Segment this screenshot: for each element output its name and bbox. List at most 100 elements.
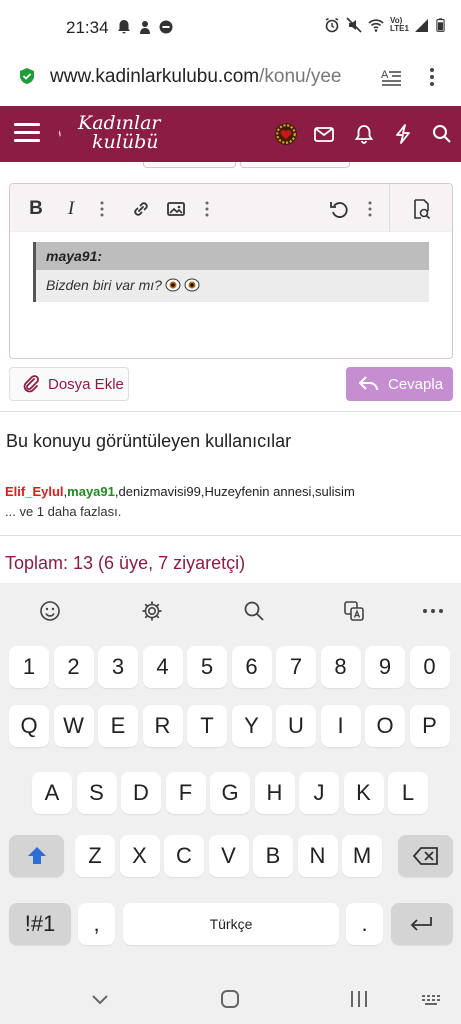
key-v[interactable]: V xyxy=(208,835,249,877)
key-8[interactable]: 8 xyxy=(320,646,361,688)
svg-text:A: A xyxy=(381,69,389,81)
key-t[interactable]: T xyxy=(187,705,227,747)
key-e[interactable]: E xyxy=(98,705,138,747)
url-text[interactable]: www.kadinlarkulubu.com/konu/yee xyxy=(50,66,368,88)
backspace-key[interactable] xyxy=(398,835,453,877)
key-j[interactable]: J xyxy=(299,772,339,814)
key-7[interactable]: 7 xyxy=(276,646,316,688)
key-f[interactable]: F xyxy=(165,772,206,814)
reply-button[interactable]: Cevapla xyxy=(346,367,453,401)
home-icon[interactable] xyxy=(220,989,240,1009)
emoji-icon[interactable] xyxy=(38,599,62,623)
eye-emoji-icon xyxy=(165,278,181,292)
key-x[interactable]: X xyxy=(119,835,160,877)
key-i[interactable]: I xyxy=(320,705,361,747)
key-y[interactable]: Y xyxy=(231,705,272,747)
key-c[interactable]: C xyxy=(164,835,204,877)
user-links-others[interactable]: denizmavisi99,Huzeyfenin annesi,sulisim xyxy=(119,484,355,499)
user-link[interactable]: maya91 xyxy=(67,484,115,499)
site-logo-text[interactable]: Kadınlar kulübü xyxy=(78,114,161,152)
key-b[interactable]: B xyxy=(253,835,293,877)
site-header: Kadınlar kulübü xyxy=(0,106,461,162)
site-logo-icon[interactable] xyxy=(58,116,78,152)
more-history-options-icon[interactable] xyxy=(359,198,381,220)
image-icon[interactable] xyxy=(165,198,187,220)
keyboard-switch-icon[interactable] xyxy=(421,989,441,1009)
messenger-icon xyxy=(159,20,173,34)
key-r[interactable]: R xyxy=(142,705,183,747)
key-1[interactable]: 1 xyxy=(9,646,49,688)
more-options-icon[interactable] xyxy=(421,599,445,623)
user-avatar-icon[interactable] xyxy=(274,122,298,146)
shift-key[interactable] xyxy=(9,835,64,877)
key-l[interactable]: L xyxy=(388,772,428,814)
back-chevron-icon[interactable] xyxy=(90,989,110,1009)
reply-editor[interactable]: B I maya91: Bizden biri var mı? xyxy=(9,183,453,359)
settings-gear-icon[interactable] xyxy=(140,599,164,623)
key-q[interactable]: Q xyxy=(9,705,49,747)
key-o[interactable]: O xyxy=(365,705,405,747)
quote-body: Bizden biri var mı? xyxy=(36,270,429,300)
alarm-icon xyxy=(325,17,339,33)
key-0[interactable]: 0 xyxy=(409,646,450,688)
tab-fragment-right xyxy=(240,162,350,168)
link-icon[interactable] xyxy=(130,198,152,220)
viewers-more-link[interactable]: ... ve 1 daha fazlası. xyxy=(5,504,121,519)
space-key[interactable]: Türkçe xyxy=(123,903,339,945)
notification-bell-icon[interactable] xyxy=(353,123,375,145)
more-options-icon[interactable] xyxy=(426,66,438,88)
enter-key[interactable] xyxy=(391,903,453,945)
preview-icon[interactable] xyxy=(410,198,432,220)
secure-shield-icon[interactable] xyxy=(18,67,36,85)
key-5[interactable]: 5 xyxy=(187,646,227,688)
paperclip-icon xyxy=(23,375,39,393)
battery-icon xyxy=(436,18,445,32)
keyboard-toolbar xyxy=(0,583,461,637)
key-a[interactable]: A xyxy=(32,772,72,814)
key-2[interactable]: 2 xyxy=(53,646,94,688)
translate-icon[interactable] xyxy=(342,599,366,623)
status-bar: 21:34 Vo) LTE1 xyxy=(0,0,461,52)
notification-bell-icon xyxy=(118,20,130,34)
comma-key[interactable]: , xyxy=(78,903,115,945)
search-icon[interactable] xyxy=(431,123,453,145)
search-icon[interactable] xyxy=(242,599,266,623)
attach-file-label: Dosya Ekle xyxy=(48,375,124,393)
messages-envelope-icon[interactable] xyxy=(313,123,335,145)
hamburger-menu-icon[interactable] xyxy=(14,123,40,145)
key-n[interactable]: N xyxy=(297,835,338,877)
period-key[interactable]: . xyxy=(346,903,383,945)
key-m[interactable]: M xyxy=(342,835,382,877)
key-k[interactable]: K xyxy=(343,772,384,814)
key-9[interactable]: 9 xyxy=(365,646,405,688)
recent-apps-icon[interactable] xyxy=(349,989,369,1009)
undo-icon[interactable] xyxy=(328,198,350,220)
signal-icon xyxy=(415,19,428,32)
italic-icon[interactable]: I xyxy=(60,198,82,220)
symbols-key[interactable]: !#1 xyxy=(9,903,71,945)
url-domain: www.kadinlarkulubu.com xyxy=(50,66,260,87)
reader-mode-icon[interactable]: A xyxy=(380,66,402,88)
key-g[interactable]: G xyxy=(210,772,250,814)
more-insert-options-icon[interactable] xyxy=(196,198,218,220)
key-4[interactable]: 4 xyxy=(142,646,183,688)
browser-url-bar[interactable]: www.kadinlarkulubu.com/konu/yee A xyxy=(0,52,461,106)
more-text-options-icon[interactable] xyxy=(91,198,113,220)
key-w[interactable]: W xyxy=(53,705,94,747)
key-6[interactable]: 6 xyxy=(231,646,272,688)
key-u[interactable]: U xyxy=(276,705,316,747)
key-d[interactable]: D xyxy=(121,772,161,814)
bold-icon[interactable]: B xyxy=(25,198,47,220)
clock: 21:34 xyxy=(66,18,109,37)
shift-arrow-icon xyxy=(27,847,46,864)
whats-new-lightning-icon[interactable] xyxy=(392,123,414,145)
key-p[interactable]: P xyxy=(409,705,450,747)
key-h[interactable]: H xyxy=(254,772,295,814)
key-z[interactable]: Z xyxy=(75,835,115,877)
key-3[interactable]: 3 xyxy=(98,646,138,688)
attach-file-button[interactable]: Dosya Ekle xyxy=(9,367,129,401)
user-link[interactable]: Elif_Eylul xyxy=(5,484,64,499)
quote-author: maya91: xyxy=(36,242,429,270)
logo-line2: kulübü xyxy=(92,131,159,153)
key-s[interactable]: S xyxy=(76,772,117,814)
